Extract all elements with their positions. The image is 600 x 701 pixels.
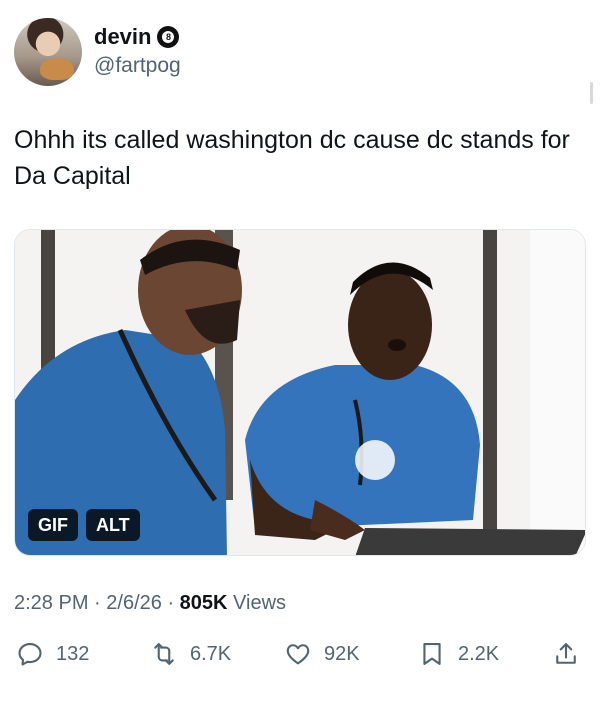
- gif-badge: GIF: [28, 509, 78, 541]
- heart-icon: [286, 644, 310, 665]
- tweet-text: Ohhh its called washington dc cause dc s…: [14, 126, 570, 190]
- views-count: 805K: [179, 592, 228, 614]
- tweet-header: devin 8 @fartpog: [14, 18, 181, 86]
- like-count: 92K: [324, 642, 360, 665]
- views-label: Views: [233, 592, 287, 614]
- reply-count: 132: [56, 642, 90, 665]
- gif-media[interactable]: [14, 229, 586, 556]
- tweet-date[interactable]: 2/6/26: [106, 592, 162, 614]
- share-button[interactable]: [552, 640, 580, 668]
- meta-separator: ·: [94, 592, 107, 614]
- bookmark-count: 2.2K: [458, 642, 500, 665]
- share-icon: [556, 643, 576, 664]
- eight-ball-badge-icon: 8: [157, 26, 180, 48]
- author-names: devin 8 @fartpog: [94, 24, 181, 78]
- like-button[interactable]: 92K: [284, 640, 360, 668]
- name-row: devin 8: [94, 24, 181, 50]
- user-handle[interactable]: @fartpog: [94, 54, 181, 78]
- gif-frame: [15, 230, 585, 555]
- repost-button[interactable]: 6.7K: [150, 640, 231, 668]
- bookmark-icon: [423, 643, 441, 665]
- bookmark-button[interactable]: 2.2K: [418, 640, 499, 668]
- avatar[interactable]: [14, 18, 82, 86]
- repost-icon: [154, 643, 174, 665]
- scrollbar[interactable]: [590, 82, 593, 104]
- badge-glyph: 8: [162, 31, 175, 43]
- meta-separator: ·: [167, 592, 180, 614]
- reply-icon: [18, 643, 42, 666]
- repost-count: 6.7K: [190, 642, 232, 665]
- action-bar: 132 6.7K 92K 2.2K: [0, 640, 600, 680]
- tweet-time[interactable]: 2:28 PM: [14, 592, 88, 614]
- display-name[interactable]: devin: [94, 24, 151, 50]
- tweet-meta: 2:28 PM · 2/6/26 · 805K Views: [14, 592, 286, 615]
- reply-button[interactable]: 132: [16, 640, 89, 668]
- alt-text-button[interactable]: ALT: [86, 509, 140, 541]
